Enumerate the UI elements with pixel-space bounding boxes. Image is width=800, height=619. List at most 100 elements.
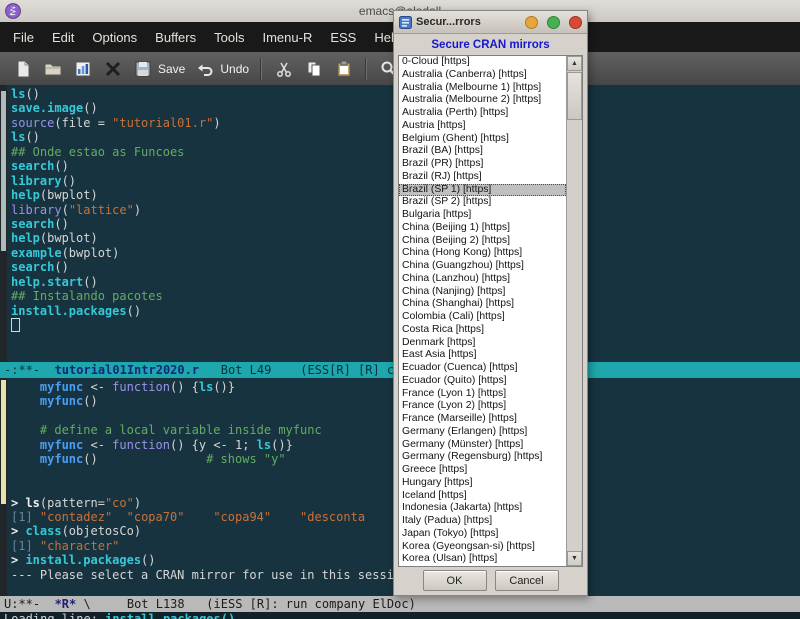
dialog-icon [399, 16, 412, 29]
mirror-item[interactable]: 0-Cloud [https] [399, 56, 566, 69]
mirror-item[interactable]: Japan (Tokyo) [https] [399, 528, 566, 541]
code-line: # define a local variable inside myfunc [11, 423, 437, 437]
menu-buffers[interactable]: Buffers [146, 30, 205, 45]
save-icon [133, 59, 153, 79]
mirror-item[interactable]: Brazil (SP 1) [https] [399, 184, 566, 197]
mirror-item[interactable]: Brazil (PR) [https] [399, 158, 566, 171]
mirror-item[interactable]: China (Beijing 1) [https] [399, 222, 566, 235]
maximize-icon[interactable] [547, 16, 560, 29]
code-line: library() [11, 174, 221, 188]
left-scrollbar[interactable] [0, 378, 7, 596]
mirror-item[interactable]: Ecuador (Cuenca) [https] [399, 362, 566, 375]
mirror-item[interactable]: Korea (Ulsan) [https] [399, 553, 566, 566]
mirror-item[interactable]: Brazil (RJ) [https] [399, 171, 566, 184]
close-icon[interactable] [569, 16, 582, 29]
console-buffer-text: myfunc <- function() {ls()} myfunc() # d… [11, 380, 437, 582]
code-line: search() [11, 260, 221, 274]
left-scrollbar[interactable] [0, 85, 7, 362]
mirror-item[interactable]: Colombia (Cali) [https] [399, 311, 566, 324]
mirror-item[interactable]: Italy (Padua) [https] [399, 515, 566, 528]
mirror-item[interactable]: Bulgaria [https] [399, 209, 566, 222]
scrollbar-thumb[interactable] [1, 380, 6, 504]
mirror-item[interactable]: Australia (Melbourne 1) [https] [399, 82, 566, 95]
mirror-item[interactable]: Denmark [https] [399, 337, 566, 350]
code-line: myfunc <- function() {ls()} [11, 380, 437, 394]
mirror-item[interactable]: Greece [https] [399, 464, 566, 477]
mirror-item[interactable]: Brazil (BA) [https] [399, 145, 566, 158]
mirror-item[interactable]: Costa Rica [https] [399, 324, 566, 337]
mirror-item[interactable]: France (Marseille) [https] [399, 413, 566, 426]
undo-button[interactable]: Undo [190, 57, 254, 81]
mirror-item[interactable]: France (Lyon 2) [https] [399, 400, 566, 413]
cut-button[interactable] [269, 57, 299, 81]
mirror-item[interactable]: Germany (Regensburg) [https] [399, 451, 566, 464]
mirror-item[interactable]: Hungary [https] [399, 477, 566, 490]
mirror-item[interactable]: France (Lyon 1) [https] [399, 388, 566, 401]
menu-edit[interactable]: Edit [43, 30, 83, 45]
script-buffer-text: ls()save.image()source(file = "tutorial0… [11, 87, 221, 332]
scroll-down-icon[interactable]: ▼ [567, 551, 582, 566]
code-line: > ls(pattern="co") [11, 496, 437, 510]
dialog-scrollbar[interactable]: ▲ ▼ [566, 56, 582, 566]
mirror-item[interactable]: China (Hong Kong) [https] [399, 247, 566, 260]
copy-button[interactable] [299, 57, 329, 81]
mirror-item[interactable]: Korea (Gyeongsan-si) [https] [399, 541, 566, 554]
mirror-item[interactable]: China (Nanjing) [https] [399, 286, 566, 299]
dired-button[interactable] [68, 57, 98, 81]
mirror-item[interactable]: Australia (Canberra) [https] [399, 69, 566, 82]
mirror-item[interactable]: East Asia [https] [399, 349, 566, 362]
code-line: example(bwplot) [11, 246, 221, 260]
code-line: [1] "character" [11, 539, 437, 553]
menu-ess[interactable]: ESS [321, 30, 365, 45]
code-line: ## Instalando pacotes [11, 289, 221, 303]
mirror-item[interactable]: Belgium (Ghent) [https] [399, 133, 566, 146]
open-folder-icon [43, 59, 63, 79]
mirror-item[interactable]: China (Lanzhou) [https] [399, 273, 566, 286]
mirror-item[interactable]: Germany (Münster) [https] [399, 439, 566, 452]
code-line: myfunc <- function() {y <- 1; ls()} [11, 438, 437, 452]
dialog-titlebar[interactable]: Secur...rrors [394, 11, 587, 34]
buffer-name: *R* [55, 597, 77, 611]
menu-file[interactable]: File [4, 30, 43, 45]
open-folder-button[interactable] [38, 57, 68, 81]
scroll-up-icon[interactable]: ▲ [567, 56, 582, 71]
menu-options[interactable]: Options [83, 30, 146, 45]
code-line: ls() [11, 87, 221, 101]
scrollbar-thumb[interactable] [1, 91, 6, 252]
mirror-item[interactable]: China (Guangzhou) [https] [399, 260, 566, 273]
mirror-item[interactable]: Brazil (SP 2) [https] [399, 196, 566, 209]
new-file-button[interactable] [8, 57, 38, 81]
kill-buffer-button[interactable] [98, 57, 128, 81]
code-line: > install.packages() [11, 553, 437, 567]
emacs-logo-icon [5, 3, 21, 19]
echo-area: Loading line: install.packages() [0, 612, 800, 619]
mirror-item[interactable]: Germany (Erlangen) [https] [399, 426, 566, 439]
text-cursor [11, 318, 20, 332]
mirror-item[interactable]: Ecuador (Quito) [https] [399, 375, 566, 388]
code-line: search() [11, 217, 221, 231]
mirror-item[interactable]: Australia (Melbourne 2) [https] [399, 94, 566, 107]
mirror-item[interactable]: Australia (Perth) [https] [399, 107, 566, 120]
scrollbar-thumb[interactable] [567, 72, 582, 120]
code-line: > class(objetosCo) [11, 524, 437, 538]
mirror-item[interactable]: Austria [https] [399, 120, 566, 133]
undo-label: Undo [220, 62, 249, 76]
mirror-item[interactable]: China (Beijing 2) [https] [399, 235, 566, 248]
minimize-icon[interactable] [525, 16, 538, 29]
code-line: [1] "contadez" "copa70" "copa94" "descon… [11, 510, 437, 524]
menu-tools[interactable]: Tools [205, 30, 253, 45]
ok-button[interactable]: OK [423, 570, 487, 591]
mirror-item[interactable]: China (Shanghai) [https] [399, 298, 566, 311]
cancel-button[interactable]: Cancel [495, 570, 559, 591]
code-line: install.packages() [11, 304, 221, 318]
code-line [11, 318, 221, 332]
paste-button[interactable] [329, 57, 359, 81]
mirror-item[interactable]: Indonesia (Jakarta) [https] [399, 502, 566, 515]
menu-imenu-r[interactable]: Imenu-R [253, 30, 321, 45]
code-line [11, 467, 437, 481]
code-line: help.start() [11, 275, 221, 289]
mirror-item[interactable]: Iceland [https] [399, 490, 566, 503]
save-button[interactable]: Save [128, 57, 190, 81]
dialog-title: Secur...rrors [416, 16, 481, 28]
code-line: source(file = "tutorial01.r") [11, 116, 221, 130]
